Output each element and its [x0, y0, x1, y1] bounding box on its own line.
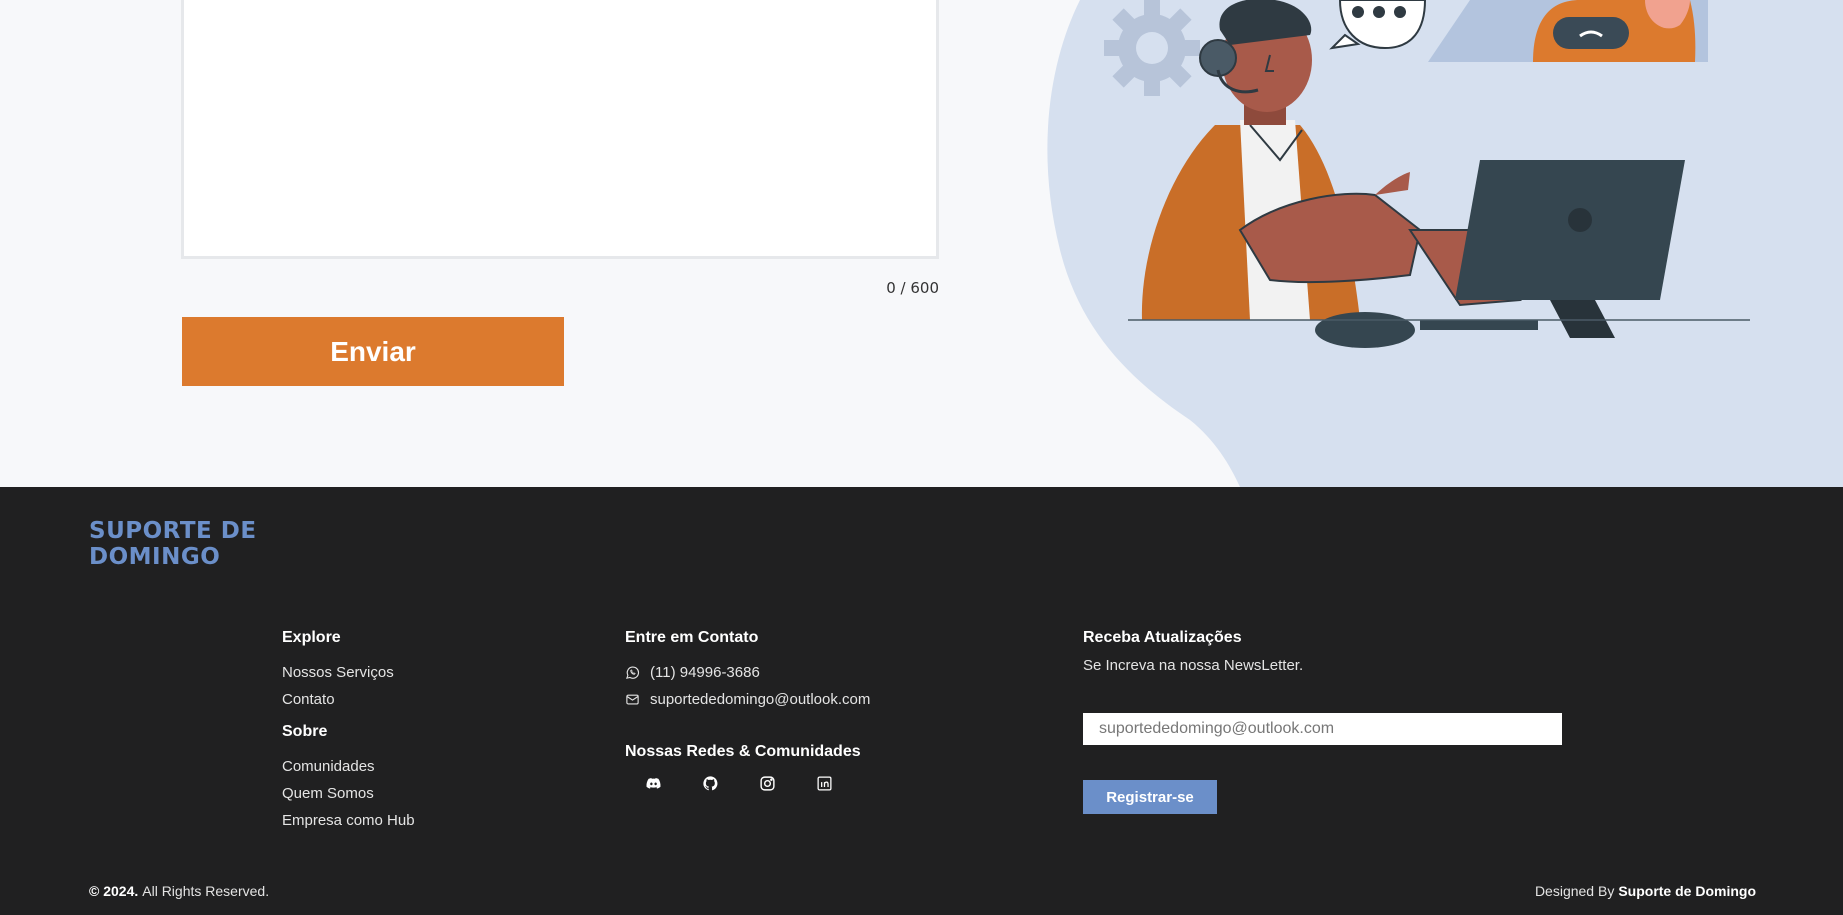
contact-phone[interactable]: (11) 94996-3686	[625, 659, 870, 686]
whatsapp-icon	[626, 666, 640, 679]
send-button[interactable]: Enviar	[182, 317, 564, 386]
site-footer: SUPORTE DE DOMINGO Explore Nossos Serviç…	[0, 487, 1843, 915]
copyright-text: All Rights Reserved.	[142, 883, 270, 899]
copyright: © 2024. All Rights Reserved.	[89, 883, 269, 899]
social-icons	[625, 767, 861, 799]
contact-phone-text: (11) 94996-3686	[650, 664, 760, 681]
contact-heading: Entre em Contato	[625, 629, 759, 646]
char-counter: 0 / 600	[886, 279, 939, 297]
link-nossos-servicos[interactable]: Nossos Serviços	[282, 659, 394, 686]
message-textarea-box[interactable]	[181, 0, 939, 259]
footer-newsletter-column: Receba Atualizações Se Increva na nossa …	[1083, 629, 1303, 674]
link-quem-somos[interactable]: Quem Somos	[282, 780, 415, 807]
footer-sobre-column: Sobre Comunidades Quem Somos Empresa com…	[282, 723, 415, 834]
footer-brand-logo[interactable]: SUPORTE DE DOMINGO	[89, 518, 309, 570]
contact-section: 0 / 600 Enviar	[0, 0, 1843, 487]
newsletter-heading: Receba Atualizações	[1083, 629, 1242, 646]
link-empresa-como-hub[interactable]: Empresa como Hub	[282, 807, 415, 834]
footer-contact-column: Entre em Contato (11) 94996-3686 suporte…	[625, 629, 870, 713]
linkedin-icon[interactable]	[796, 767, 853, 799]
contact-email-text: suportededomingo@outlook.com	[650, 691, 871, 708]
footer-explore-column: Explore Nossos Serviços Contato	[282, 629, 394, 713]
footer-social-column: Nossas Redes & Comunidades	[625, 743, 861, 799]
designed-prefix: Designed By	[1534, 883, 1615, 899]
github-icon[interactable]	[682, 767, 739, 799]
newsletter-subtitle: Se Increva na nossa NewsLetter.	[1083, 657, 1304, 674]
message-textarea[interactable]	[184, 0, 936, 256]
sobre-heading: Sobre	[282, 723, 328, 740]
social-heading: Nossas Redes & Comunidades	[625, 743, 861, 760]
mail-icon	[626, 694, 639, 705]
newsletter-email-input[interactable]	[1083, 713, 1562, 745]
support-agent-illustration	[1047, 0, 1843, 487]
newsletter-register-button[interactable]: Registrar-se	[1083, 780, 1217, 814]
explore-heading: Explore	[282, 629, 341, 646]
designed-name[interactable]: Suporte de Domingo	[1618, 883, 1756, 899]
link-comunidades[interactable]: Comunidades	[282, 753, 415, 780]
contact-email[interactable]: suportededomingo@outlook.com	[625, 686, 870, 713]
copyright-year: © 2024.	[89, 883, 139, 899]
discord-icon[interactable]	[625, 767, 682, 799]
link-contato[interactable]: Contato	[282, 686, 394, 713]
designed-by: Designed By Suporte de Domingo	[1535, 883, 1756, 899]
instagram-icon[interactable]	[739, 767, 796, 799]
